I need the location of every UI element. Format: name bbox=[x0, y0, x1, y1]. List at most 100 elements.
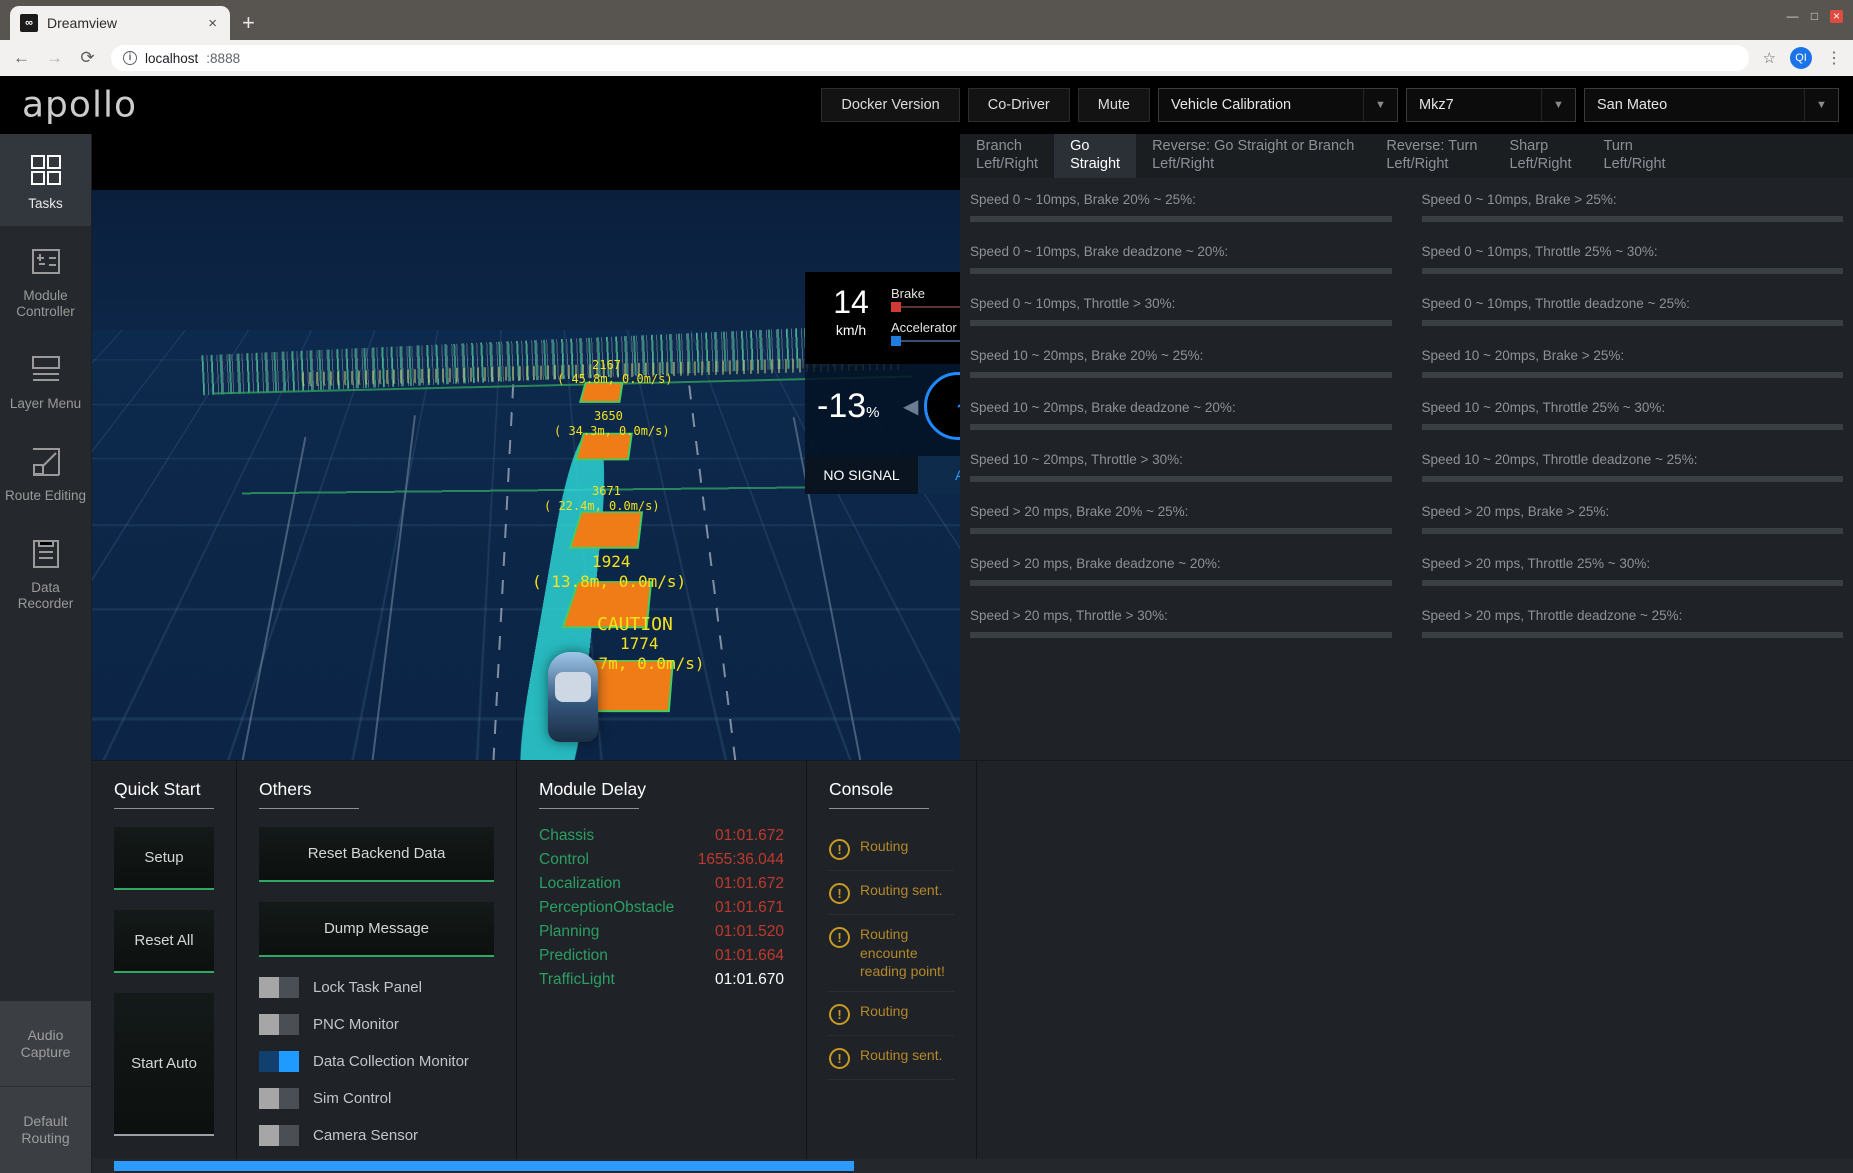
close-icon[interactable]: × bbox=[205, 15, 220, 32]
horizontal-scrollbar[interactable] bbox=[92, 1159, 1853, 1173]
grid-icon bbox=[26, 151, 66, 189]
obstacle-box bbox=[568, 511, 644, 549]
dc-item: Speed 10 ~ 20mps, Brake > 25%: bbox=[1421, 348, 1843, 378]
address-bar[interactable]: i localhost:8888 bbox=[111, 45, 1749, 71]
dc-tab-4[interactable]: Sharp Left/Right bbox=[1493, 134, 1587, 178]
dc-tab-0[interactable]: Branch Left/Right bbox=[960, 134, 1054, 178]
sidebar-item-tasks[interactable]: Tasks bbox=[0, 134, 91, 226]
docker-version-button[interactable]: Docker Version bbox=[821, 88, 960, 122]
sidebar-item-default-routing[interactable]: Default Routing bbox=[0, 1086, 91, 1173]
bookmark-star-icon[interactable]: ☆ bbox=[1763, 49, 1776, 67]
toggle-switch[interactable] bbox=[259, 1088, 299, 1110]
brake-track bbox=[891, 302, 960, 312]
sidebar-item-module-controller[interactable]: Module Controller bbox=[0, 226, 91, 334]
module-delay-value: 01:01.520 bbox=[715, 923, 784, 941]
toggle-row-0[interactable]: Lock Task Panel bbox=[259, 977, 494, 999]
sidebar-item-route-editing[interactable]: Route Editing bbox=[0, 426, 91, 518]
speed-value: 14 bbox=[833, 284, 869, 320]
dc-item-label: Speed 0 ~ 10mps, Throttle deadzone ~ 25%… bbox=[1421, 296, 1690, 311]
module-delay-value: 01:01.670 bbox=[715, 971, 784, 989]
map-select-value: San Mateo bbox=[1597, 97, 1668, 113]
dump-message-button[interactable]: Dump Message bbox=[259, 902, 494, 958]
co-driver-button[interactable]: Co-Driver bbox=[967, 88, 1070, 122]
back-icon[interactable]: ← bbox=[12, 48, 31, 68]
dc-item-progress bbox=[970, 372, 1392, 378]
dc-tab-2[interactable]: Reverse: Go Straight or Branch Left/Righ… bbox=[1136, 134, 1370, 178]
auto-mode-status[interactable]: AUTO bbox=[918, 456, 960, 494]
dc-tab-5[interactable]: Turn Left/Right bbox=[1588, 134, 1682, 178]
maximize-icon[interactable]: □ bbox=[1808, 10, 1821, 23]
toggle-label: Sim Control bbox=[313, 1090, 392, 1108]
toggle-switch[interactable] bbox=[259, 1051, 299, 1073]
dc-item-label: Speed 10 ~ 20mps, Throttle 25% ~ 30%: bbox=[1421, 400, 1666, 415]
dc-item-label: Speed 10 ~ 20mps, Throttle deadzone ~ 25… bbox=[1421, 452, 1698, 467]
reload-icon[interactable]: ⟳ bbox=[78, 48, 97, 68]
window-close-icon[interactable]: × bbox=[1830, 10, 1843, 23]
new-tab-button[interactable]: + bbox=[242, 10, 255, 36]
console-message-list[interactable]: ! Routing! Routing sent.! Routing encounte … bbox=[829, 827, 954, 1080]
toggle-switch[interactable] bbox=[259, 1014, 299, 1036]
dc-item-progress bbox=[1421, 424, 1843, 430]
apollo-logo-icon: ∞ bbox=[20, 14, 38, 32]
data-collection-tabs: Branch Left/Right Go Straight Reverse: Go … bbox=[960, 134, 1853, 178]
dc-item: Speed 0 ~ 10mps, Brake > 25%: bbox=[1421, 192, 1843, 222]
module-delay-row: Localization 01:01.672 bbox=[539, 875, 784, 893]
setup-button[interactable]: Setup bbox=[114, 827, 214, 891]
reset-all-button[interactable]: Reset All bbox=[114, 910, 214, 974]
scene-row: 2167 ( 45.8m, 0.0m/s) 3650 ( 34.3m, 0.0m… bbox=[92, 134, 1853, 761]
browser-tab[interactable]: ∞ Dreamview × bbox=[10, 6, 230, 40]
dc-item: Speed > 20 mps, Throttle > 30%: bbox=[970, 608, 1392, 638]
warning-icon: ! bbox=[829, 1003, 850, 1025]
console-message: ! Routing encounte reading point! bbox=[829, 915, 954, 992]
vehicle-select[interactable]: Mkz7 ▼ bbox=[1406, 88, 1576, 122]
mode-select[interactable]: Vehicle Calibration ▼ bbox=[1158, 88, 1398, 122]
avatar[interactable]: QI bbox=[1790, 47, 1812, 69]
dc-item: Speed 10 ~ 20mps, Brake deadzone ~ 20%: bbox=[970, 400, 1392, 430]
dc-item-progress bbox=[970, 476, 1392, 482]
toggle-switch[interactable] bbox=[259, 1125, 299, 1147]
steering-needle bbox=[957, 386, 960, 408]
map-select[interactable]: San Mateo ▼ bbox=[1584, 88, 1839, 122]
sidebar-item-layer-menu[interactable]: Layer Menu bbox=[0, 334, 91, 426]
minimize-icon[interactable]: — bbox=[1786, 10, 1799, 23]
sidebar-item-data-recorder[interactable]: Data Recorder bbox=[0, 518, 91, 626]
mute-button[interactable]: Mute bbox=[1077, 88, 1150, 122]
dc-item-progress bbox=[1421, 320, 1843, 326]
console-message-text: Routing bbox=[860, 1002, 909, 1019]
toggle-row-2[interactable]: Data Collection Monitor bbox=[259, 1051, 494, 1073]
console-message: ! Routing sent. bbox=[829, 871, 954, 916]
bottom-panels: Quick Start Setup Reset All Start Auto O… bbox=[92, 760, 1853, 1160]
dc-item: Speed > 20 mps, Brake 20% ~ 25%: bbox=[970, 504, 1392, 534]
start-auto-button[interactable]: Start Auto bbox=[114, 993, 214, 1137]
console-message-text: Routing sent. bbox=[860, 882, 943, 899]
steering-unit: % bbox=[866, 403, 880, 421]
app-body: Tasks Module Controller Layer Menu Route… bbox=[0, 134, 1853, 1173]
ego-vehicle bbox=[548, 652, 598, 742]
3d-scene-view[interactable]: 2167 ( 45.8m, 0.0m/s) 3650 ( 34.3m, 0.0m… bbox=[92, 134, 960, 761]
accelerator-track bbox=[891, 336, 960, 346]
toggle-row-1[interactable]: PNC Monitor bbox=[259, 1014, 494, 1036]
sidebar-item-audio-capture[interactable]: Audio Capture bbox=[0, 1000, 91, 1087]
forward-icon[interactable]: → bbox=[45, 48, 64, 68]
browser-menu-icon[interactable]: ⋮ bbox=[1826, 48, 1842, 68]
dc-tab-3[interactable]: Reverse: Turn Left/Right bbox=[1370, 134, 1493, 178]
browser-toolbar: ← → ⟳ i localhost:8888 ☆ QI ⋮ bbox=[0, 40, 1853, 76]
reset-backend-data-button[interactable]: Reset Backend Data bbox=[259, 827, 494, 883]
signal-status[interactable]: NO SIGNAL bbox=[805, 456, 918, 494]
module-icon bbox=[26, 243, 66, 281]
dc-item: Speed 10 ~ 20mps, Brake 20% ~ 25%: bbox=[970, 348, 1392, 378]
toggle-row-4[interactable]: Camera Sensor bbox=[259, 1125, 494, 1147]
warning-icon: ! bbox=[829, 1047, 850, 1069]
others-toggle-list: Lock Task Panel PNC Monitor Data Collectio… bbox=[259, 977, 494, 1147]
obstacle-info: ( 45.8m, 0.0m/s) bbox=[557, 372, 673, 386]
sidebar-item-label: Route Editing bbox=[4, 487, 87, 503]
toggle-switch[interactable] bbox=[259, 977, 299, 999]
scrollbar-thumb[interactable] bbox=[114, 1161, 854, 1172]
dc-tab-1[interactable]: Go Straight bbox=[1054, 134, 1137, 178]
toggle-row-3[interactable]: Sim Control bbox=[259, 1088, 494, 1110]
site-info-icon[interactable]: i bbox=[123, 51, 137, 65]
obstacle-id: 3650 bbox=[594, 409, 623, 423]
dc-item-progress bbox=[1421, 632, 1843, 638]
dc-item-label: Speed > 20 mps, Throttle deadzone ~ 25%: bbox=[1421, 608, 1683, 623]
